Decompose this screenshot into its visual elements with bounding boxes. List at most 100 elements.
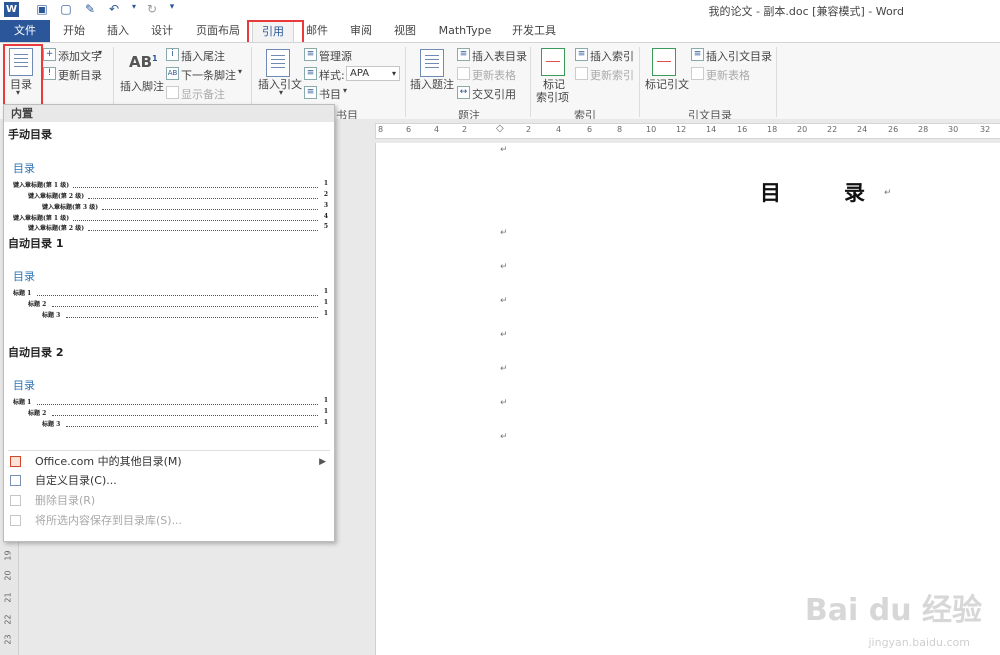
document-page[interactable] (375, 143, 1000, 655)
tab-mathtype[interactable]: MathType (432, 20, 498, 42)
insert-index-button[interactable]: 插入索引 (590, 48, 634, 64)
paragraph-mark: ↵ (500, 398, 508, 408)
manage-sources-button[interactable]: 管理源 (319, 48, 352, 64)
vruler-label: 20 (3, 570, 13, 581)
customize-icon[interactable]: ▾ (164, 2, 180, 18)
hruler-label: 30 (948, 125, 959, 134)
auto-toc-2-title: 目录 (13, 379, 35, 392)
insert-table-of-figures-button[interactable]: 插入表目录 (472, 48, 527, 64)
update-index-icon (575, 67, 588, 80)
style-label: 样式: (319, 69, 345, 82)
remove-toc-icon (10, 495, 21, 506)
remove-toc-label: 删除目录(R) (35, 494, 96, 507)
insert-citation-dropdown-icon[interactable]: ▾ (279, 88, 283, 97)
hruler-label: 20 (797, 125, 808, 134)
insert-toa-button[interactable]: 插入引文目录 (706, 48, 772, 64)
manage-sources-icon: ≡ (304, 48, 317, 61)
redo-icon[interactable]: ↻ (144, 2, 160, 18)
tab-developer[interactable]: 开发工具 (506, 20, 562, 42)
paragraph-mark: ↵ (500, 228, 508, 238)
tab-review[interactable]: 审阅 (344, 20, 378, 42)
next-footnote-button[interactable]: 下一条脚注 (181, 67, 236, 83)
hruler-label: 4 (556, 125, 562, 134)
toc-preview-line: 键入章标题(第 2 级) 5 (28, 223, 328, 231)
tab-design[interactable]: 设计 (144, 20, 180, 42)
undo-dropdown-icon[interactable]: ▾ (126, 2, 142, 18)
save-icon[interactable]: ▣ (34, 2, 50, 18)
hruler-label: 24 (857, 125, 868, 134)
tab-home[interactable]: 开始 (56, 20, 92, 42)
format-painter-icon[interactable]: ✎ (82, 2, 98, 18)
toc-dropdown-icon[interactable]: ▾ (16, 88, 20, 97)
cross-reference-icon: ↔ (457, 86, 470, 99)
group-separator (776, 47, 777, 117)
add-text-button[interactable]: 添加文字 (58, 48, 102, 64)
window-title: 我的论文 - 副本.doc [兼容模式] - Word (708, 5, 904, 18)
add-text-dropdown-icon[interactable]: ▾ (98, 48, 102, 57)
style-value: APA (350, 68, 370, 79)
hruler-label: 18 (767, 125, 778, 134)
insert-toa-icon: ≡ (691, 48, 704, 61)
auto-toc-1-label[interactable]: 自动目录 1 (8, 235, 63, 251)
auto-toc-2-label[interactable]: 自动目录 2 (8, 344, 63, 360)
next-footnote-dropdown-icon[interactable]: ▾ (238, 67, 242, 76)
tab-mailings[interactable]: 邮件 (300, 20, 334, 42)
vruler-label: 23 (3, 634, 13, 645)
update-table-button[interactable]: 更新表格 (472, 67, 516, 83)
bibliography-icon: ≡ (304, 86, 317, 99)
insert-endnote-button[interactable]: 插入尾注 (181, 48, 225, 64)
save-selection-item[interactable]: 将所选内容保存到目录库(S)... (8, 512, 330, 530)
toc-preview-line: 键入章标题(第 2 级) 2 (28, 191, 328, 200)
toc-preview-line: 标题 31 (42, 310, 328, 319)
toc-preview-clip: 键入章标题(第 2 级) 5 (4, 222, 334, 231)
insert-caption-icon (420, 49, 444, 77)
paragraph-mark: ↵ (500, 262, 508, 272)
group-separator (530, 47, 531, 117)
more-online-toc-item[interactable]: Office.com 中的其他目录(M) ▶ (8, 453, 330, 471)
manual-toc-label[interactable]: 手动目录 (8, 126, 52, 142)
baidu-watermark-url: jingyan.baidu.com (868, 636, 970, 649)
custom-toc-item[interactable]: 自定义目录(C)... (8, 472, 330, 490)
update-toc-button[interactable]: 更新目录 (58, 67, 102, 83)
insert-citation-icon (266, 49, 290, 77)
tab-page-layout[interactable]: 页面布局 (192, 20, 244, 42)
indent-marker-icon[interactable]: ◇ (496, 123, 504, 134)
tab-view[interactable]: 视图 (388, 20, 422, 42)
hruler-label: 4 (434, 125, 440, 134)
group-separator (639, 47, 640, 117)
vruler-label: 22 (3, 614, 13, 625)
save-selection-label: 将所选内容保存到目录库(S)... (35, 514, 183, 527)
tab-references[interactable]: 引用 (252, 20, 294, 43)
cross-reference-button[interactable]: 交叉引用 (472, 86, 516, 102)
insert-endnote-icon: i (166, 48, 179, 61)
paragraph-mark: ↵ (500, 364, 508, 374)
paragraph-mark: ↵ (500, 145, 508, 155)
insert-caption-button[interactable]: 插入题注 (410, 76, 454, 92)
undo-icon[interactable]: ↶ (106, 2, 122, 18)
new-icon[interactable]: ▢ (58, 2, 74, 18)
insert-index-icon: ≡ (575, 48, 588, 61)
gallery-header: 内置 (4, 105, 334, 122)
style-select[interactable]: APA ▾ (346, 66, 400, 81)
remove-toc-item[interactable]: 删除目录(R) (8, 492, 330, 510)
vruler-label: 19 (3, 550, 13, 561)
mark-citation-button[interactable]: 标记引文 (645, 76, 689, 92)
style-dropdown-icon[interactable]: ▾ (392, 67, 396, 80)
tab-file[interactable]: 文件 (0, 20, 50, 42)
show-notes-button[interactable]: 显示备注 (181, 86, 225, 102)
hruler-label: 6 (587, 125, 593, 134)
horizontal-ruler[interactable]: 8 6 4 2 ◇ 2 4 6 8 10 12 14 16 18 20 22 2… (375, 123, 1000, 139)
tab-insert[interactable]: 插入 (100, 20, 136, 42)
baidu-watermark: Bai du 经验 (804, 593, 982, 628)
mark-entry-label-2[interactable]: 索引项 (536, 89, 569, 105)
bibliography-button[interactable]: 书目 (319, 86, 341, 102)
update-index-button[interactable]: 更新索引 (590, 67, 634, 83)
bibliography-dropdown-icon[interactable]: ▾ (343, 86, 347, 95)
toc-gallery-dropdown: 内置 手动目录 目录 键入章标题(第 1 级) 1 键入章标题(第 2 级) 2 键… (3, 104, 335, 542)
toc-preview-line: 标题 11 (13, 397, 328, 406)
toc-button-label[interactable]: 目录 (10, 76, 32, 92)
paragraph-mark: ↵ (500, 296, 508, 306)
hruler-label: 14 (706, 125, 717, 134)
update-toa-button[interactable]: 更新表格 (706, 67, 750, 83)
insert-footnote-button[interactable]: 插入脚注 (120, 78, 164, 94)
